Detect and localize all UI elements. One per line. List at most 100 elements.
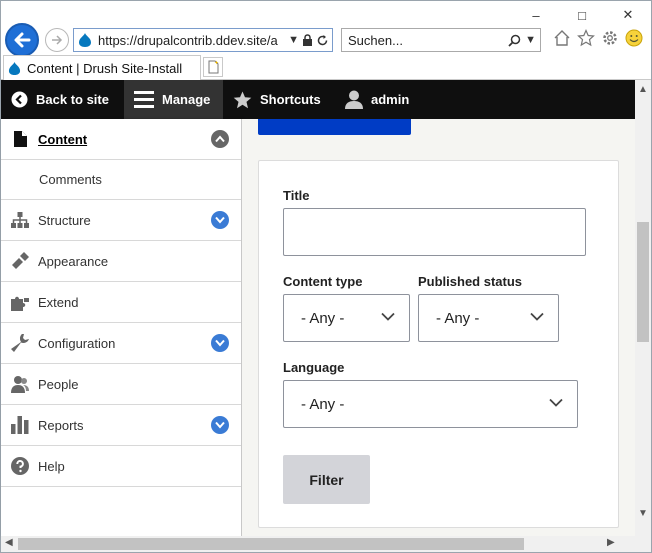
shortcuts-label: Shortcuts [260,92,321,107]
expand-toggle[interactable] [211,416,229,434]
arrow-left-icon [14,32,31,48]
sidebar-item-extend[interactable]: Extend [1,282,241,323]
user-tab[interactable]: admin [335,80,419,119]
sidebar-item-label: Appearance [38,253,109,269]
sidebar-subitem-comments[interactable]: Comments [1,160,241,200]
manage-tab[interactable]: Manage [124,80,223,119]
arrow-right-icon [52,35,63,45]
sitemap-icon [11,211,29,229]
home-icon[interactable] [553,29,571,47]
chevron-down-icon [215,216,225,224]
sidebar-item-configuration[interactable]: Configuration [1,323,241,364]
content-filter-panel: Title Content type - Any - Published sta… [258,160,619,528]
paintbrush-icon [11,252,29,270]
shortcuts-tab[interactable]: Shortcuts [223,80,335,119]
sidebar-item-label: People [38,376,79,392]
main-content: Title Content type - Any - Published sta… [242,119,635,536]
file-icon [11,130,29,148]
star-icon [233,91,252,108]
scroll-left-icon[interactable]: ◀ [5,537,13,548]
content-type-value: - Any - [301,309,345,327]
browser-tool-icons [553,29,643,47]
content-type-label: Content type [283,274,363,289]
url-text[interactable]: https://drupalcontrib.ddev.site/ad [98,33,278,48]
puzzle-icon [11,293,29,311]
title-label: Title [283,188,310,203]
vertical-scroll-thumb[interactable] [637,222,649,342]
smiley-icon[interactable] [625,29,643,47]
title-input[interactable] [283,208,586,256]
user-label: admin [371,92,410,107]
dropdown-arrow-icon[interactable]: ▼ [288,34,299,46]
language-value: - Any - [301,395,345,413]
content-type-select[interactable]: - Any - [283,294,410,342]
search-dropdown-icon[interactable]: ▼ [525,34,536,46]
star-icon[interactable] [577,29,595,47]
wrench-icon [11,334,29,352]
published-status-select[interactable]: - Any - [418,294,559,342]
horizontal-scrollbar[interactable]: ◀ ▶ [1,536,635,552]
collapse-toggle[interactable] [211,130,229,148]
drupal-admin-toolbar: Back to site Manage Shortcuts admin [1,80,635,119]
horizontal-scroll-thumb[interactable] [18,538,524,550]
lock-icon[interactable] [302,33,313,47]
circle-arrow-left-icon [11,91,28,108]
filter-button[interactable]: Filter [283,455,370,504]
sidebar-item-label: Help [38,458,65,474]
sidebar-item-help[interactable]: Help [1,446,241,487]
browser-forward-button[interactable] [45,28,69,52]
sidebar-item-content[interactable]: Content [1,119,241,160]
admin-menu-tray: Content Comments Structure Appearance Ex… [1,119,242,536]
sidebar-item-reports[interactable]: Reports [1,405,241,446]
scrollbar-corner [635,536,651,552]
sidebar-item-people[interactable]: People [1,364,241,405]
bar-chart-icon [11,416,29,434]
maximize-button[interactable]: □ [559,1,605,29]
window-controls: – □ ✕ [513,1,651,29]
published-status-label: Published status [418,274,523,289]
tab-content[interactable]: Content | Drush Site-Install [3,55,201,80]
scroll-down-icon[interactable]: ▼ [638,508,648,519]
gear-icon[interactable] [601,29,619,47]
hamburger-icon [134,91,154,108]
help-icon [11,457,29,475]
sidebar-item-label: Configuration [38,335,116,351]
refresh-icon[interactable] [316,34,329,47]
close-window-button[interactable]: ✕ [605,1,651,29]
browser-window: – □ ✕ https://drupalcontrib.ddev.site/ad… [0,0,652,553]
minimize-button[interactable]: – [513,1,559,29]
expand-toggle[interactable] [211,334,229,352]
back-to-site-link[interactable]: Back to site [1,80,124,119]
search-placeholder: Suchen... [348,32,403,48]
user-icon [345,90,363,109]
chevron-down-icon [215,339,225,347]
scroll-right-icon[interactable]: ▶ [607,537,615,548]
sidebar-item-label: Content [38,131,88,147]
drupal-favicon-icon [79,33,91,47]
manage-label: Manage [162,92,211,107]
browser-search-box[interactable]: Suchen... ▼ [341,28,541,52]
drupal-favicon-icon [8,61,21,75]
new-tab-icon [208,60,218,74]
sidebar-subitem-label: Comments [39,172,102,187]
browser-chrome: – □ ✕ https://drupalcontrib.ddev.site/ad… [1,1,651,57]
add-content-button[interactable] [258,119,411,135]
sidebar-item-label: Structure [38,212,91,228]
scroll-up-icon[interactable]: ▲ [638,84,648,95]
vertical-scrollbar[interactable]: ▲ ▼ [635,80,651,536]
language-label: Language [283,360,345,375]
search-icon[interactable] [508,34,521,47]
chevron-down-icon [549,398,563,407]
chevron-down-icon [530,312,544,321]
chevron-down-icon [215,421,225,429]
language-select[interactable]: - Any - [283,380,578,428]
chevron-down-icon [381,312,395,321]
sidebar-item-structure[interactable]: Structure [1,200,241,241]
address-bar[interactable]: https://drupalcontrib.ddev.site/ad ▼ [73,28,333,52]
browser-back-button[interactable] [5,23,39,57]
sidebar-item-appearance[interactable]: Appearance [1,241,241,282]
expand-toggle[interactable] [211,211,229,229]
tab-title: Content | Drush Site-Install [27,60,183,76]
back-to-site-label: Back to site [36,92,109,107]
new-tab-button[interactable] [203,57,223,77]
